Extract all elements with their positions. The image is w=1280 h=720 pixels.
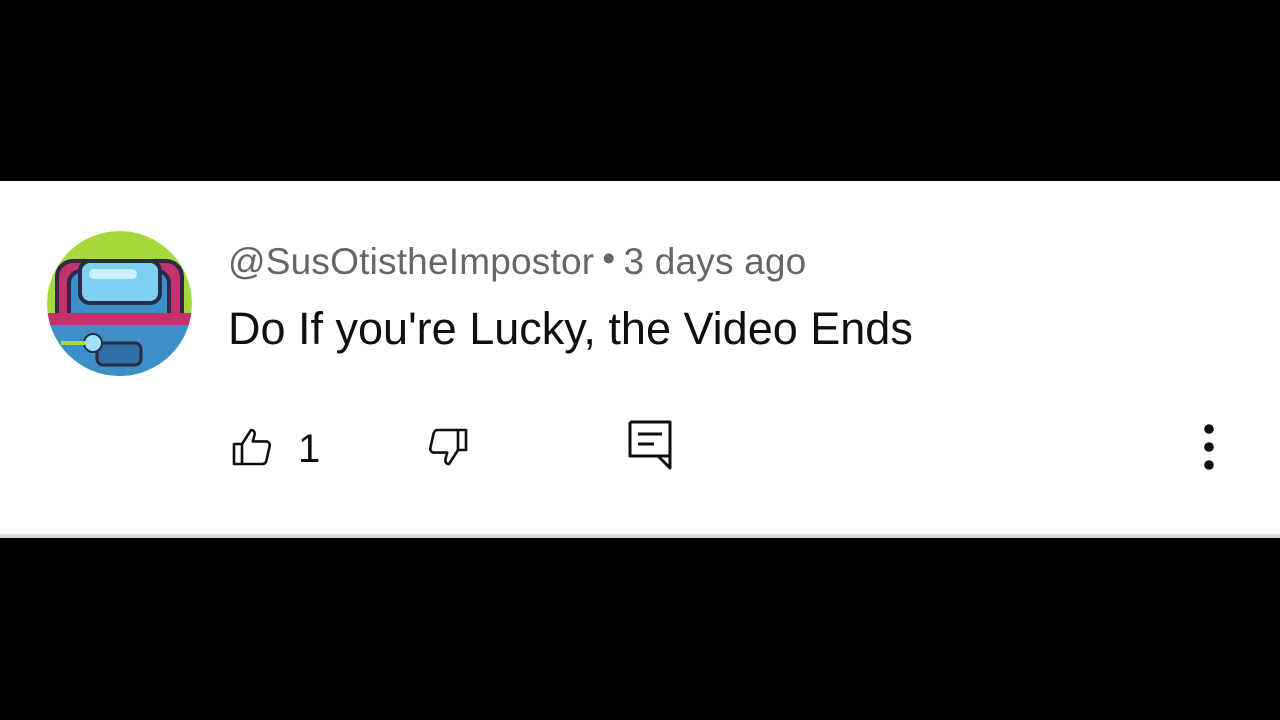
meta-separator: • (602, 238, 616, 279)
comment-reply-icon (628, 420, 672, 470)
more-options-button[interactable] (1196, 421, 1222, 473)
more-vertical-icon (1204, 424, 1214, 470)
avatar-image (47, 231, 192, 376)
comment-card: @SusOtistheImpostor • 3 days ago Do If you… (0, 181, 1280, 538)
dislike-button[interactable] (424, 423, 472, 471)
thumb-up-icon (232, 428, 272, 466)
like-button[interactable]: 1 (228, 423, 320, 471)
comment-text: Do If you're Lucky, the Video Ends (228, 303, 913, 354)
timestamp: 3 days ago (623, 241, 807, 282)
like-count: 1 (298, 426, 321, 471)
comment-meta: @SusOtistheImpostor • 3 days ago (228, 238, 807, 283)
author-handle[interactable]: @SusOtistheImpostor (228, 241, 594, 282)
avatar[interactable] (47, 231, 192, 376)
reply-button[interactable] (624, 416, 676, 474)
video-frame: @SusOtistheImpostor • 3 days ago Do If you… (0, 0, 1280, 720)
thumb-down-icon (428, 428, 468, 466)
